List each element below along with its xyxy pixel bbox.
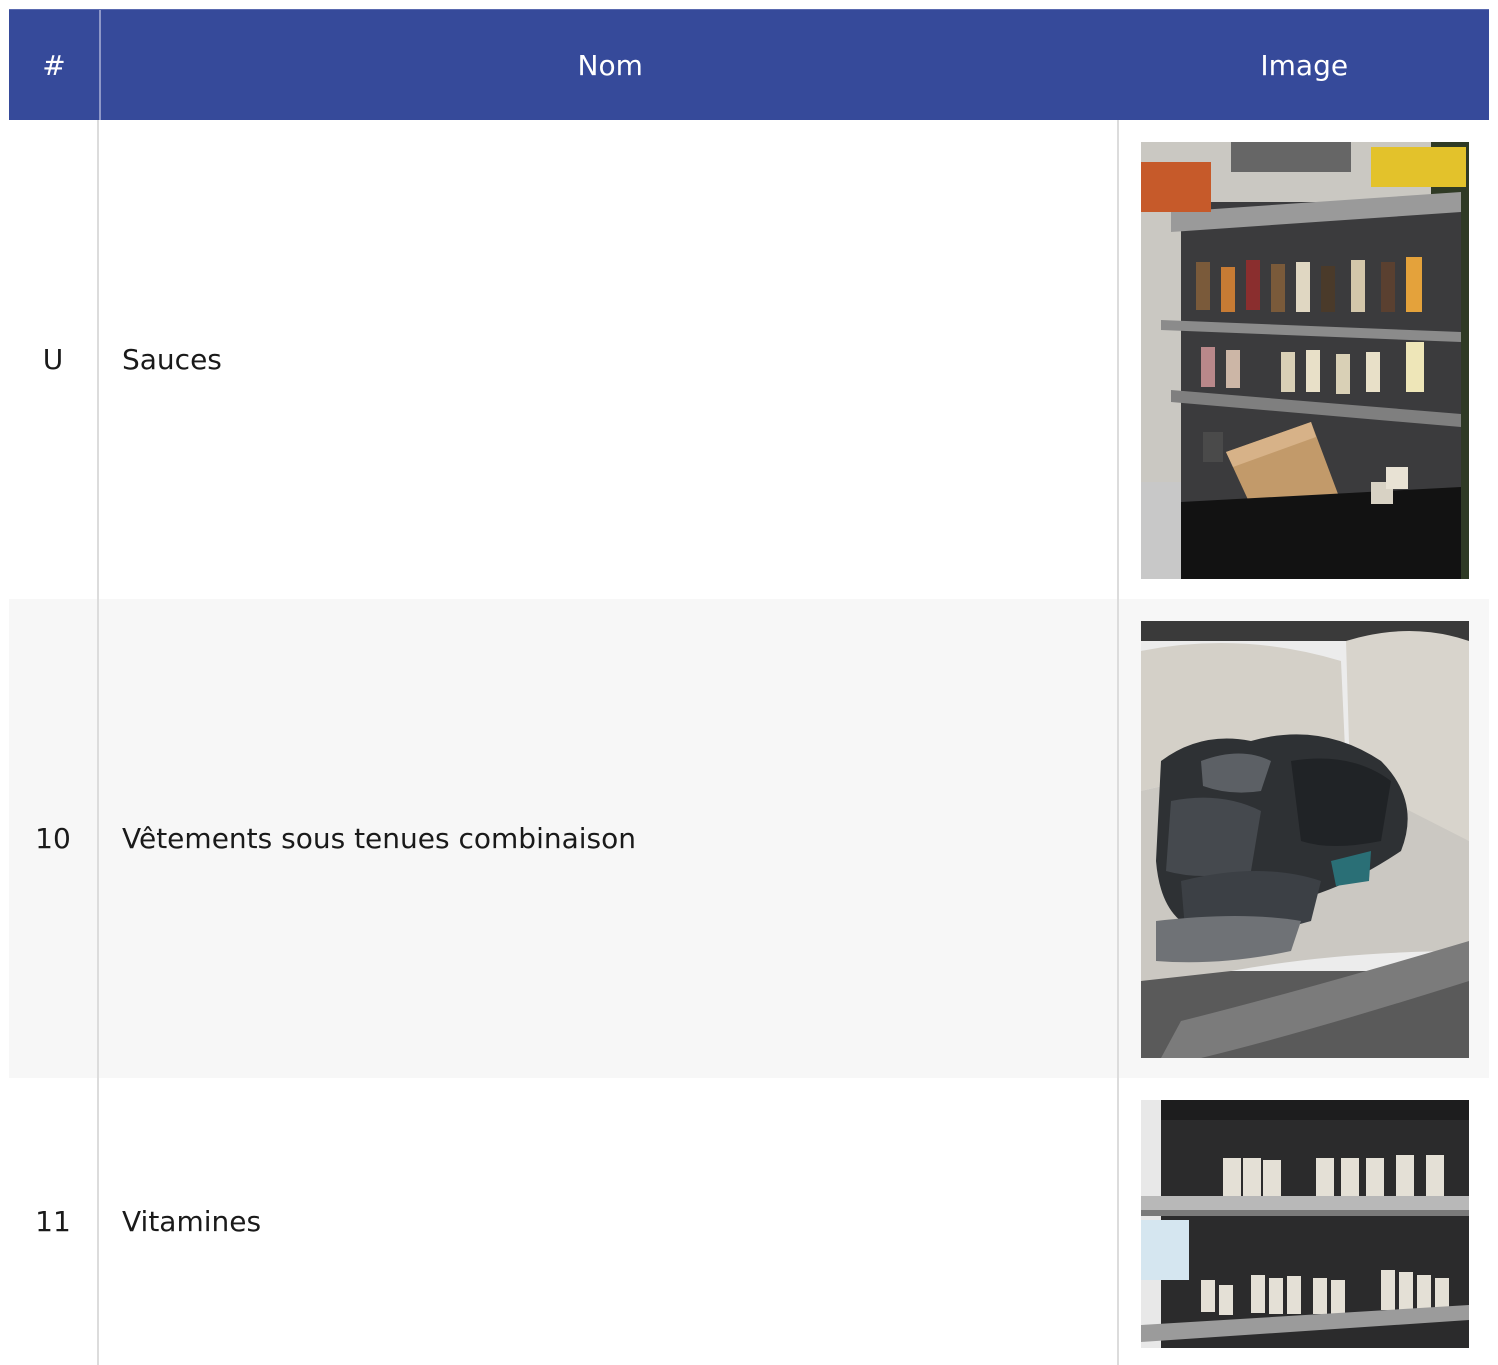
row-number: U bbox=[9, 120, 99, 599]
row-number: 10 bbox=[9, 599, 99, 1078]
product-photo[interactable] bbox=[1141, 621, 1469, 1058]
row-name: Sauces bbox=[99, 120, 1119, 599]
column-header-num[interactable]: # bbox=[9, 10, 101, 120]
product-photo[interactable] bbox=[1141, 1100, 1469, 1348]
table-row: U Sauces bbox=[9, 120, 1489, 599]
row-name: Vitamines bbox=[99, 1078, 1119, 1365]
table-row: 11 Vitamines bbox=[9, 1078, 1489, 1365]
column-header-name[interactable]: Nom bbox=[101, 10, 1120, 120]
column-header-image[interactable]: Image bbox=[1120, 10, 1490, 120]
table-row: 10 Vêtements sous tenues combinaison bbox=[9, 599, 1489, 1078]
sauces-shelf-image bbox=[1141, 142, 1469, 579]
clothes-on-sofa-image bbox=[1141, 621, 1469, 1058]
product-photo[interactable] bbox=[1141, 142, 1469, 579]
vitamins-shelf-image bbox=[1141, 1100, 1469, 1348]
row-image-cell bbox=[1119, 120, 1489, 599]
product-table: # Nom Image U Sauces 10 Vêtements sous t… bbox=[9, 9, 1489, 1365]
table-header: # Nom Image bbox=[9, 9, 1489, 120]
row-number: 11 bbox=[9, 1078, 99, 1365]
row-name: Vêtements sous tenues combinaison bbox=[99, 599, 1119, 1078]
row-image-cell bbox=[1119, 1078, 1489, 1365]
row-image-cell bbox=[1119, 599, 1489, 1078]
